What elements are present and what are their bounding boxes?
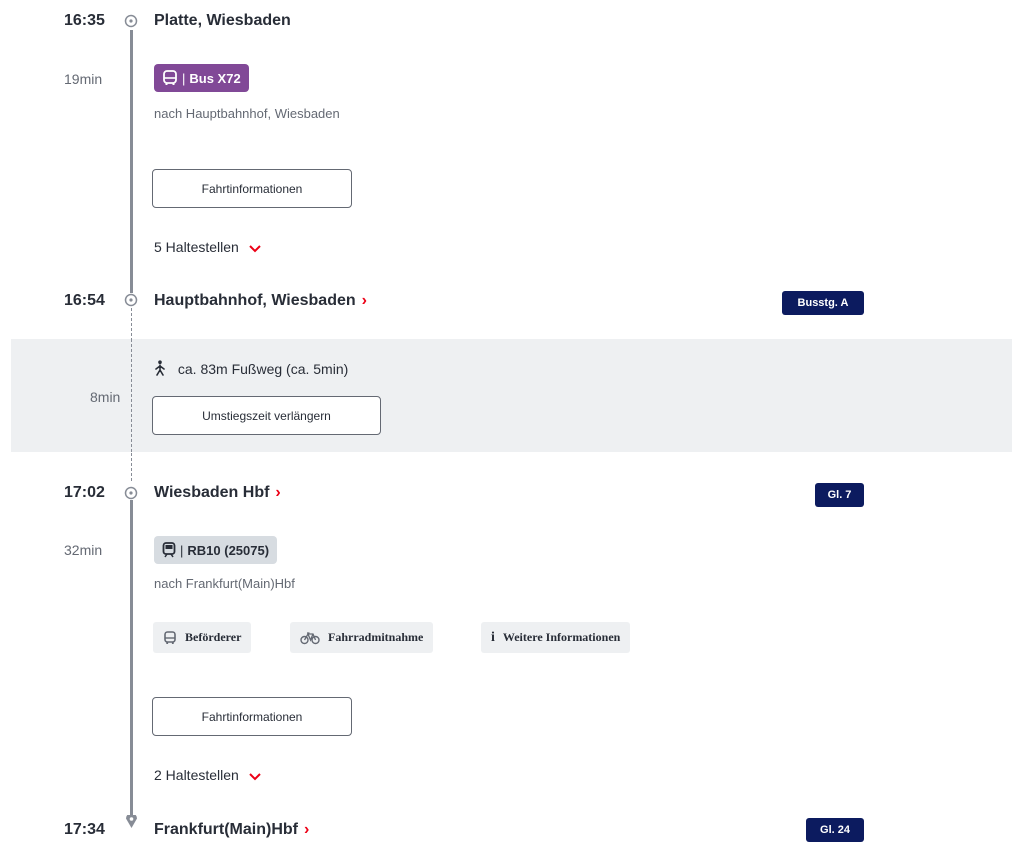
arrival-station-link[interactable]: Frankfurt(Main)Hbf ›	[154, 820, 309, 840]
bicycle-chip[interactable]: Fahrradmitnahme	[290, 622, 434, 653]
platform-badge: Busstg. A	[782, 291, 864, 315]
chevron-right-icon: ›	[303, 821, 310, 838]
arrival-time: 16:54	[64, 292, 105, 309]
chevron-down-icon	[249, 767, 261, 785]
arrival-station: Frankfurt(Main)Hbf	[154, 821, 298, 838]
walk-text: ca. 83m Fußweg (ca. 5min)	[177, 361, 349, 377]
extend-transfer-button[interactable]: Umstiegszeit verlängern	[152, 396, 381, 435]
stops-label: 5 Haltestellen	[154, 239, 239, 255]
stops-toggle[interactable]: 5 Haltestellen	[154, 238, 261, 257]
departure-station: Platte, Wiesbaden	[154, 12, 291, 29]
line-label: RB10 (25075)	[187, 542, 270, 558]
chip-label: Fahrradmitnahme	[328, 630, 424, 644]
direction-text: nach Hauptbahnhof, Wiesbaden	[154, 106, 340, 121]
stop-marker-transfer-arrival	[124, 293, 138, 307]
badge-separator: |	[180, 542, 184, 558]
stop-marker-departure	[124, 14, 138, 28]
timeline-line-train	[130, 500, 133, 817]
arrival-time: 17:34	[64, 821, 105, 838]
timeline-line-bus	[130, 30, 133, 293]
chevron-down-icon	[249, 239, 261, 257]
operator-chip[interactable]: Beförderer	[153, 622, 252, 653]
chevron-right-icon: ›	[361, 292, 367, 309]
platform-badge: Gl. 7	[815, 483, 864, 507]
badge-separator: |	[182, 70, 186, 86]
platform-badge: Gl. 24	[806, 818, 864, 842]
leg-duration: 32min	[64, 542, 103, 558]
walking-person-icon	[154, 360, 166, 380]
info-icon: i	[491, 629, 495, 645]
bus-icon	[163, 630, 177, 645]
direction-text: nach Frankfurt(Main)Hbf	[154, 576, 295, 591]
line-label: Bus X72	[189, 70, 241, 86]
destination-marker-icon	[125, 813, 138, 829]
bicycle-icon	[300, 631, 320, 645]
departure-station: Wiesbaden Hbf	[154, 484, 270, 501]
chevron-right-icon: ›	[275, 484, 281, 501]
departure-time: 17:02	[64, 484, 105, 501]
leg-duration: 19min	[64, 71, 103, 87]
bus-icon	[162, 70, 178, 86]
departure-time: 16:35	[64, 12, 105, 29]
stops-label: 2 Haltestellen	[154, 767, 239, 783]
more-info-chip[interactable]: i Weitere Informationen	[481, 622, 631, 653]
line-badge-bus[interactable]: | Bus X72	[154, 64, 249, 92]
departure-station-link[interactable]: Wiesbaden Hbf ›	[154, 483, 281, 503]
stops-toggle[interactable]: 2 Haltestellen	[154, 766, 261, 785]
arrival-station: Hauptbahnhof, Wiesbaden	[154, 292, 356, 309]
walk-info: ca. 83m Fußweg (ca. 5min)	[154, 360, 348, 380]
trip-info-button[interactable]: Fahrtinformationen	[152, 169, 352, 208]
stop-marker-transfer-departure	[124, 486, 138, 500]
arrival-station-link[interactable]: Hauptbahnhof, Wiesbaden ›	[154, 291, 367, 311]
timeline-line-walk-band	[131, 339, 132, 452]
chip-label: Weitere Informationen	[502, 630, 621, 644]
train-icon	[162, 542, 176, 558]
trip-info-button[interactable]: Fahrtinformationen	[152, 697, 352, 736]
chip-label: Beförderer	[185, 630, 242, 644]
line-badge-train[interactable]: | RB10 (25075)	[154, 536, 278, 564]
transfer-duration: 8min	[90, 389, 121, 405]
